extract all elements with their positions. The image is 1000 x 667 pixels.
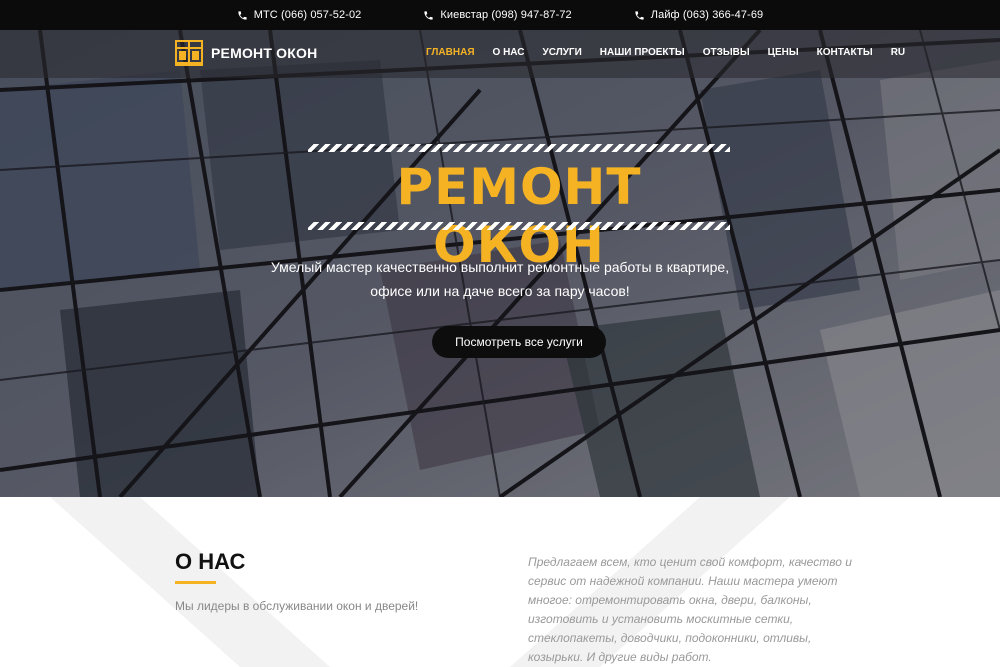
hero-subtitle-line: офисе или на даче всего за пару часов!: [370, 283, 630, 299]
menu-item-services[interactable]: УСЛУГИ: [543, 47, 582, 58]
menu-item-contacts[interactable]: КОНТАКТЫ: [817, 47, 873, 58]
main-menu: ГЛАВНАЯ О НАС УСЛУГИ НАШИ ПРОЕКТЫ ОТЗЫВЫ…: [426, 47, 923, 58]
phone-label: Лайф (063) 366-47-69: [650, 9, 764, 21]
decorative-stripe-top: [308, 144, 730, 152]
phone-life[interactable]: Лайф (063) 366-47-69: [634, 9, 763, 21]
window-icon: [175, 40, 203, 66]
phone-kyivstar[interactable]: Киевстар (098) 947-87-72: [423, 9, 572, 21]
about-text: Предлагаем всем, кто ценит свой комфорт,…: [528, 555, 852, 664]
topbar: МТС (066) 057-52-02 Киевстар (098) 947-8…: [0, 0, 1000, 30]
menu-item-projects[interactable]: НАШИ ПРОЕКТЫ: [600, 47, 685, 58]
menu-item-language[interactable]: RU: [891, 47, 905, 58]
about-title: О НАС: [175, 549, 246, 574]
hero-title-block: РЕМОНТ ОКОН: [308, 144, 730, 274]
about-lead: Мы лидеры в обслуживании окон и дверей!: [175, 599, 419, 613]
hero-subtitle-line: Умелый мастер качественно выполнит ремон…: [270, 259, 730, 275]
about-section: О НАС Мы лидеры в обслуживании окон и дв…: [0, 497, 1000, 667]
hero-subtitle: Умелый мастер качественно выполнит ремон…: [270, 255, 730, 303]
logo[interactable]: РЕМОНТ ОКОН: [175, 40, 317, 66]
menu-item-prices[interactable]: ЦЕНЫ: [768, 47, 799, 58]
navbar: РЕМОНТ ОКОН ГЛАВНАЯ О НАС УСЛУГИ НАШИ ПР…: [0, 30, 1000, 78]
phone-mts[interactable]: МТС (066) 057-52-02: [237, 9, 362, 21]
menu-item-home[interactable]: ГЛАВНАЯ: [426, 47, 475, 58]
view-services-button[interactable]: Посмотреть все услуги: [432, 326, 606, 358]
phone-label: МТС (066) 057-52-02: [253, 9, 362, 21]
phone-icon: [238, 10, 247, 20]
logo-text: РЕМОНТ ОКОН: [211, 45, 318, 61]
phone-icon: [635, 10, 644, 20]
phone-label: Киевстар (098) 947-87-72: [440, 9, 572, 21]
about-title-underline: [175, 581, 216, 584]
hero-section: РЕМОНТ ОКОН ГЛАВНАЯ О НАС УСЛУГИ НАШИ ПР…: [0, 30, 1000, 497]
menu-item-about[interactable]: О НАС: [493, 47, 525, 58]
menu-item-reviews[interactable]: ОТЗЫВЫ: [703, 47, 750, 58]
decorative-stripe-bottom: [308, 222, 730, 230]
phone-icon: [424, 10, 434, 20]
